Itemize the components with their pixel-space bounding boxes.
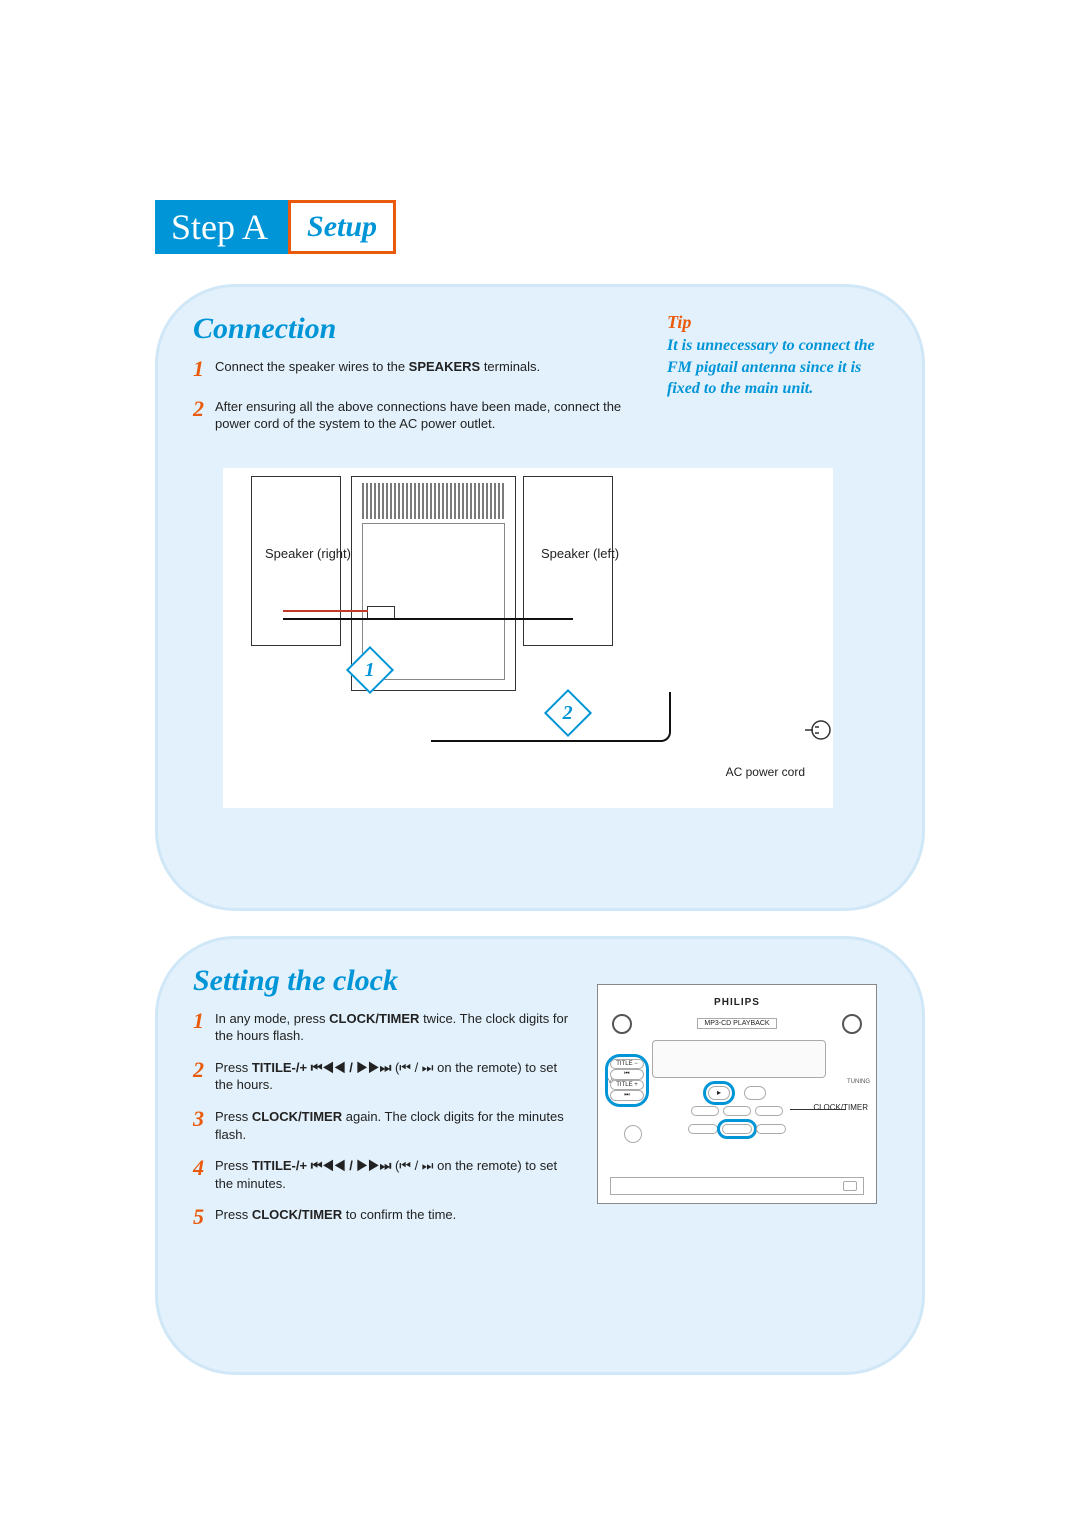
step-number: 5 (193, 1202, 215, 1232)
step-text: After ensuring all the above connections… (215, 394, 657, 433)
diagram-connection: Speaker (right) Speaker (left) 1 2 AC po… (223, 468, 833, 808)
tip-body: It is unnecessary to connect the FM pigt… (667, 335, 887, 400)
prev-icon: ⏮ (610, 1069, 644, 1080)
list-item: 3 Press CLOCK/TIMER again. The clock dig… (193, 1104, 573, 1143)
step-label: Step A (155, 200, 288, 254)
step-subtitle: Setup (288, 200, 396, 254)
next-icon: ⏭ (610, 1090, 644, 1101)
manual-page: Step A Setup Connection 1 Connect the sp… (0, 0, 1080, 1528)
title-minus-label: TITLE − (610, 1059, 644, 1069)
center-button (744, 1086, 766, 1100)
rear-panel (362, 523, 505, 680)
text: In any mode, press (215, 1011, 329, 1026)
title-plus-label: TITLE + (610, 1080, 644, 1090)
text-bold: TITILE-/+ ⏮◀◀ / ▶▶⏭ (252, 1158, 391, 1173)
label-ac-power-cord: AC power cord (726, 765, 805, 779)
mp3-cd-label: MP3-CD PLAYBACK (697, 1018, 776, 1029)
tip-box: Tip It is unnecessary to connect the FM … (657, 312, 887, 443)
callout-number: 1 (365, 658, 375, 681)
wire-black (283, 618, 573, 620)
eject-button-icon (843, 1181, 857, 1191)
step-number: 4 (193, 1153, 215, 1192)
diagram-front-panel: PHILIPS MP3-CD PLAYBACK VOL TUNING TITLE… (597, 984, 877, 1204)
text: Press (215, 1158, 252, 1173)
step-number: 2 (193, 394, 215, 433)
power-knob-icon (612, 1014, 632, 1034)
step-text: In any mode, press CLOCK/TIMER twice. Th… (215, 1006, 573, 1045)
tip-heading: Tip (667, 312, 887, 333)
text: Press (215, 1207, 252, 1222)
step-text: Connect the speaker wires to the SPEAKER… (215, 354, 540, 384)
text-bold: CLOCK/TIMER (252, 1109, 342, 1124)
wire-red (283, 610, 368, 612)
pill-button (691, 1106, 719, 1116)
text: Press (215, 1060, 252, 1075)
text: Connect the speaker wires to the (215, 359, 409, 374)
open-close-knob-icon (842, 1014, 862, 1034)
text: Press (215, 1109, 252, 1124)
step-text: Press CLOCK/TIMER again. The clock digit… (215, 1104, 573, 1143)
pill-button (723, 1106, 751, 1116)
clock-timer-button-highlight (722, 1124, 752, 1134)
step-text: Press TITILE-/+ ⏮◀◀ / ▶▶⏭ (⏮ / ⏭ on the … (215, 1153, 573, 1192)
disc-tray (610, 1177, 864, 1195)
list-item: 2 Press TITILE-/+ ⏮◀◀ / ▶▶⏭ (⏮ / ⏭ on th… (193, 1055, 573, 1094)
panel-setting-clock: Setting the clock 1 In any mode, press C… (155, 936, 925, 1375)
step-number: 1 (193, 354, 215, 384)
pointer-line (790, 1109, 846, 1110)
step-number: 3 (193, 1104, 215, 1143)
pill-button (756, 1124, 786, 1134)
display-screen (652, 1040, 826, 1078)
label-speaker-right: Speaker (right) (265, 546, 351, 563)
list-item: 4 Press TITILE-/+ ⏮◀◀ / ▶▶⏭ (⏮ / ⏭ on th… (193, 1153, 573, 1192)
brand-label: PHILIPS (608, 997, 866, 1008)
pill-button (688, 1124, 718, 1134)
step-number: 1 (193, 1006, 215, 1045)
text-bold: TITILE-/+ ⏮◀◀ / ▶▶⏭ (252, 1060, 391, 1075)
list-item: 2 After ensuring all the above connectio… (193, 394, 657, 433)
section-title-connection: Connection (193, 312, 657, 346)
text: After ensuring all the above connections… (215, 399, 621, 432)
title-buttons-highlight: TITLE − ⏮ TITLE + ⏭ (610, 1059, 644, 1102)
list-item: 1 Connect the speaker wires to the SPEAK… (193, 354, 657, 384)
pill-button (755, 1106, 783, 1116)
text: terminals. (480, 359, 540, 374)
step-text: Press TITILE-/+ ⏮◀◀ / ▶▶⏭ (⏮ / ⏭ on the … (215, 1055, 573, 1094)
text-bold: CLOCK/TIMER (252, 1207, 342, 1222)
tuning-label: TUNING (847, 1079, 870, 1085)
text-bold: SPEAKERS (409, 359, 481, 374)
play-button-highlight: ▸ (708, 1086, 730, 1100)
plug-icon (803, 715, 833, 745)
list-item: 5 Press CLOCK/TIMER to confirm the time. (193, 1202, 573, 1232)
list-item: 1 In any mode, press CLOCK/TIMER twice. … (193, 1006, 573, 1045)
text: to confirm the time. (342, 1207, 456, 1222)
panel-connection: Connection 1 Connect the speaker wires t… (155, 284, 925, 911)
step-header: Step A Setup (155, 200, 925, 254)
clock-timer-label: CLOCK/TIMER (813, 1103, 868, 1112)
label-speaker-left: Speaker (left) (541, 546, 619, 563)
headphone-jack-icon (624, 1125, 642, 1143)
text-bold: CLOCK/TIMER (329, 1011, 419, 1026)
step-text: Press CLOCK/TIMER to confirm the time. (215, 1202, 456, 1232)
step-number: 2 (193, 1055, 215, 1094)
callout-number: 2 (563, 701, 573, 724)
